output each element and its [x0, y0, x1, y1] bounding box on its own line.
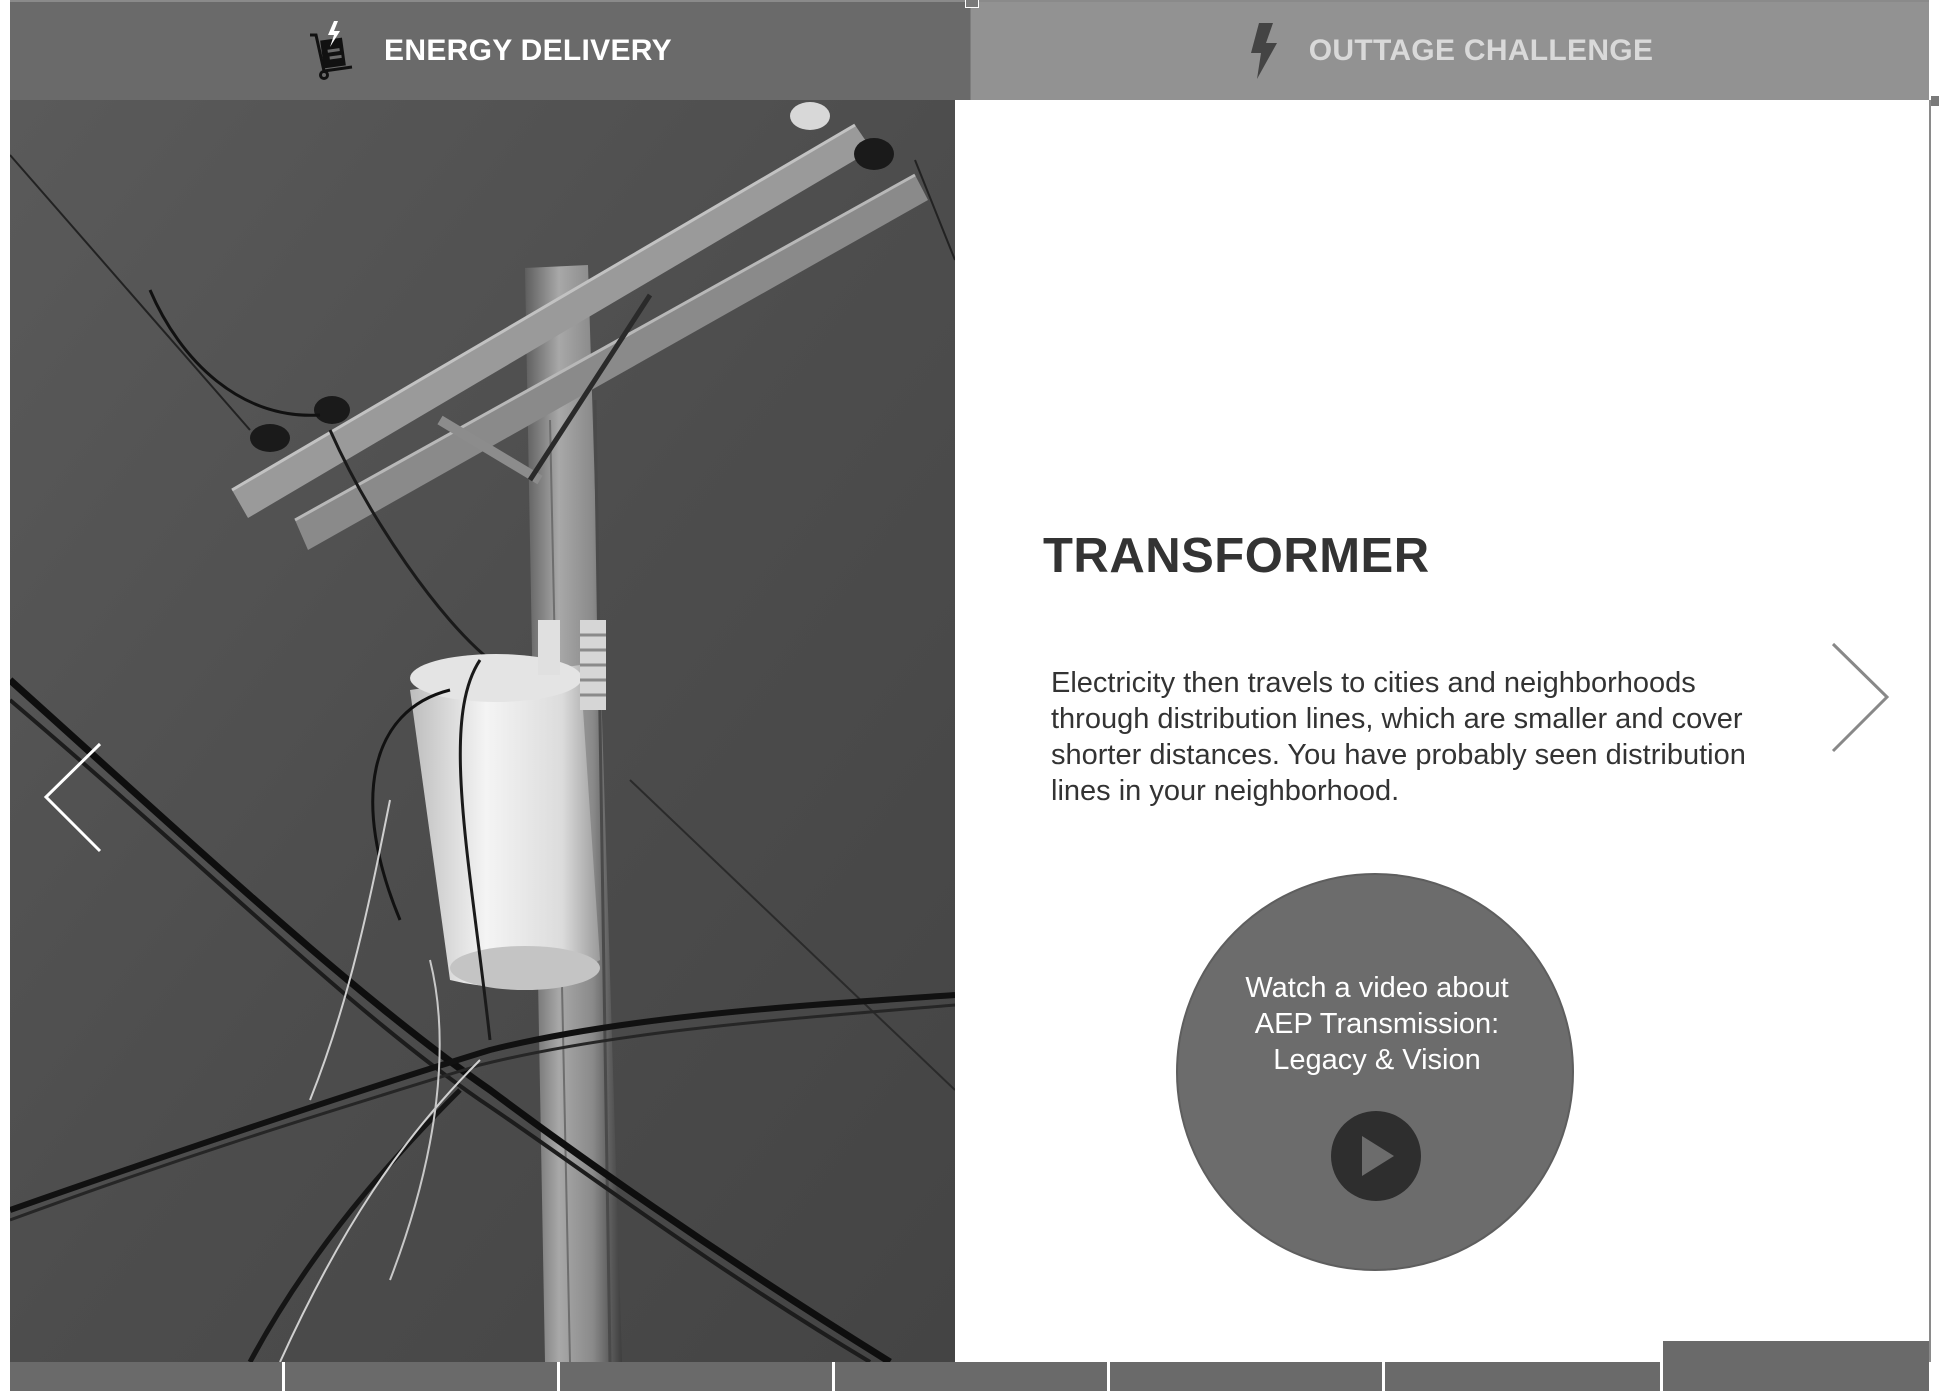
progress-segment-7-current[interactable]	[1663, 1341, 1929, 1391]
next-slide-button[interactable]	[1825, 640, 1895, 755]
tab-energy-delivery-label: ENERGY DELIVERY	[384, 34, 672, 67]
tab-energy-delivery[interactable]: ENERGY DELIVERY	[10, 2, 970, 100]
slide-title: TRANSFORMER	[1043, 529, 1430, 583]
utility-pole-transformer-photo	[10, 100, 955, 1362]
content-corner-marker	[1930, 95, 1939, 107]
progress-segment-3[interactable]	[560, 1362, 835, 1391]
slide-stage: ENERGY DELIVERY OUTTAGE CHALLENGE TRANSF…	[10, 0, 1939, 1391]
progress-segment-2[interactable]	[285, 1362, 560, 1391]
chevron-left-icon	[43, 742, 102, 853]
tab-outtage-challenge[interactable]: OUTTAGE CHALLENGE	[970, 2, 1929, 100]
progress-segment-5[interactable]	[1110, 1362, 1385, 1391]
hand-truck-lightning-icon	[308, 21, 356, 81]
play-button[interactable]	[1331, 1111, 1421, 1201]
tab-bar: ENERGY DELIVERY OUTTAGE CHALLENGE	[10, 0, 1929, 100]
progress-segment-1[interactable]	[10, 1362, 285, 1391]
play-icon	[1362, 1136, 1394, 1176]
tab-corner-marker	[965, 0, 979, 8]
slide-content: TRANSFORMER Electricity then travels to …	[955, 100, 1929, 1362]
progress-segment-4[interactable]	[835, 1362, 1110, 1391]
tab-outtage-challenge-label: OUTTAGE CHALLENGE	[1308, 34, 1654, 67]
previous-slide-button[interactable]	[38, 740, 108, 855]
video-label: Watch a video about AEP Transmission: Le…	[1245, 972, 1509, 1076]
slide-body-text: Electricity then travels to cities and n…	[1051, 667, 1746, 807]
slide-progress-nav	[10, 1341, 1929, 1391]
progress-segment-6[interactable]	[1385, 1362, 1663, 1391]
chevron-right-icon	[1831, 642, 1890, 753]
watch-video-button[interactable]: Watch a video about AEP Transmission: Le…	[1176, 873, 1574, 1271]
right-border	[1929, 100, 1931, 1362]
lightning-bolt-icon	[1247, 21, 1281, 81]
